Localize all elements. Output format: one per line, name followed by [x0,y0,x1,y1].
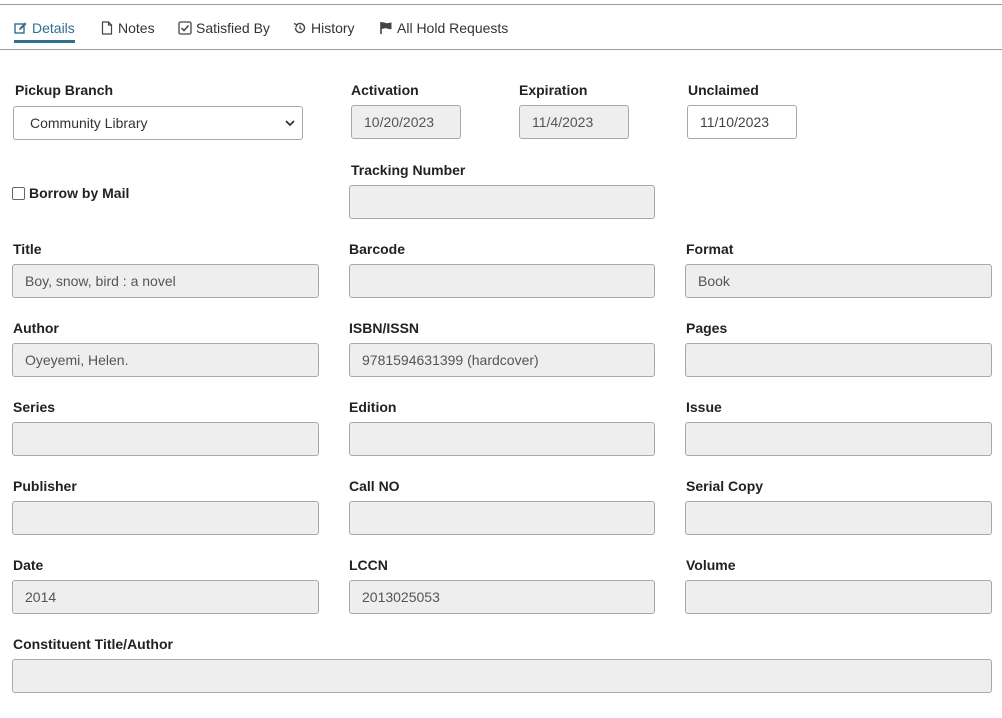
edition-label: Edition [349,399,397,415]
lccn-field: 2013025053 [349,580,655,614]
format-field: Book [685,264,992,298]
edit-icon [14,22,27,34]
isbn-label: ISBN/ISSN [349,320,420,336]
borrow-by-mail-checkbox[interactable]: Borrow by Mail [12,185,129,201]
tracking-number-field [349,185,655,219]
lccn-label: LCCN [349,557,388,573]
author-field: Oyeyemi, Helen. [12,343,319,377]
activation-label: Activation [351,82,419,98]
checkbox-box[interactable] [12,186,25,200]
tab-notes-label: Notes [118,20,155,36]
pages-field [685,343,992,377]
flag-icon [380,22,392,34]
tab-all-hold-requests[interactable]: All Hold Requests [379,16,508,40]
call-no-label: Call NO [349,478,400,494]
tab-satisfied-by[interactable]: Satisfied By [178,16,270,40]
tab-history-label: History [311,20,355,36]
tab-details-label: Details [32,20,75,36]
constituent-field [12,659,992,693]
chevron-down-icon [285,120,295,127]
format-label: Format [686,241,734,257]
pages-label: Pages [686,320,728,336]
date-label: Date [13,557,44,573]
issue-field [685,422,992,456]
history-icon [293,22,306,34]
volume-label: Volume [686,557,736,573]
pickup-branch-value: Community Library [30,115,148,131]
date-field: 2014 [12,580,319,614]
borrow-by-mail-label: Borrow by Mail [29,185,130,201]
isbn-field: 9781594631399 (hardcover) [349,343,655,377]
unclaimed-label: Unclaimed [688,82,759,98]
tab-details[interactable]: Details [14,16,75,43]
series-field [12,422,319,456]
tab-satisfied-by-label: Satisfied By [196,20,270,36]
barcode-field [349,264,655,298]
file-icon [101,21,113,35]
tab-history[interactable]: History [293,16,355,40]
check-square-icon [178,21,192,35]
pickup-branch-label: Pickup Branch [15,82,114,98]
publisher-field [12,501,319,535]
expiration-label: Expiration [519,82,588,98]
edition-field [349,422,655,456]
activation-field: 10/20/2023 [351,105,461,139]
constituent-label: Constituent Title/Author [13,636,173,652]
issue-label: Issue [686,399,722,415]
expiration-field: 11/4/2023 [519,105,629,139]
call-no-field [349,501,655,535]
pickup-branch-select[interactable]: Community Library [13,106,303,140]
tab-bar: Details Notes Satisfied By History All H… [0,5,1002,50]
barcode-label: Barcode [349,241,406,257]
serial-copy-field [685,501,992,535]
series-label: Series [13,399,56,415]
title-label: Title [13,241,42,257]
tracking-number-label: Tracking Number [351,162,466,178]
volume-field [685,580,992,614]
tab-notes[interactable]: Notes [100,16,155,40]
tab-all-hold-requests-label: All Hold Requests [397,20,509,36]
title-field: Boy, snow, bird : a novel [12,264,319,298]
author-label: Author [13,320,59,336]
publisher-label: Publisher [13,478,77,494]
unclaimed-field[interactable]: 11/10/2023 [687,105,797,139]
serial-copy-label: Serial Copy [686,478,764,494]
